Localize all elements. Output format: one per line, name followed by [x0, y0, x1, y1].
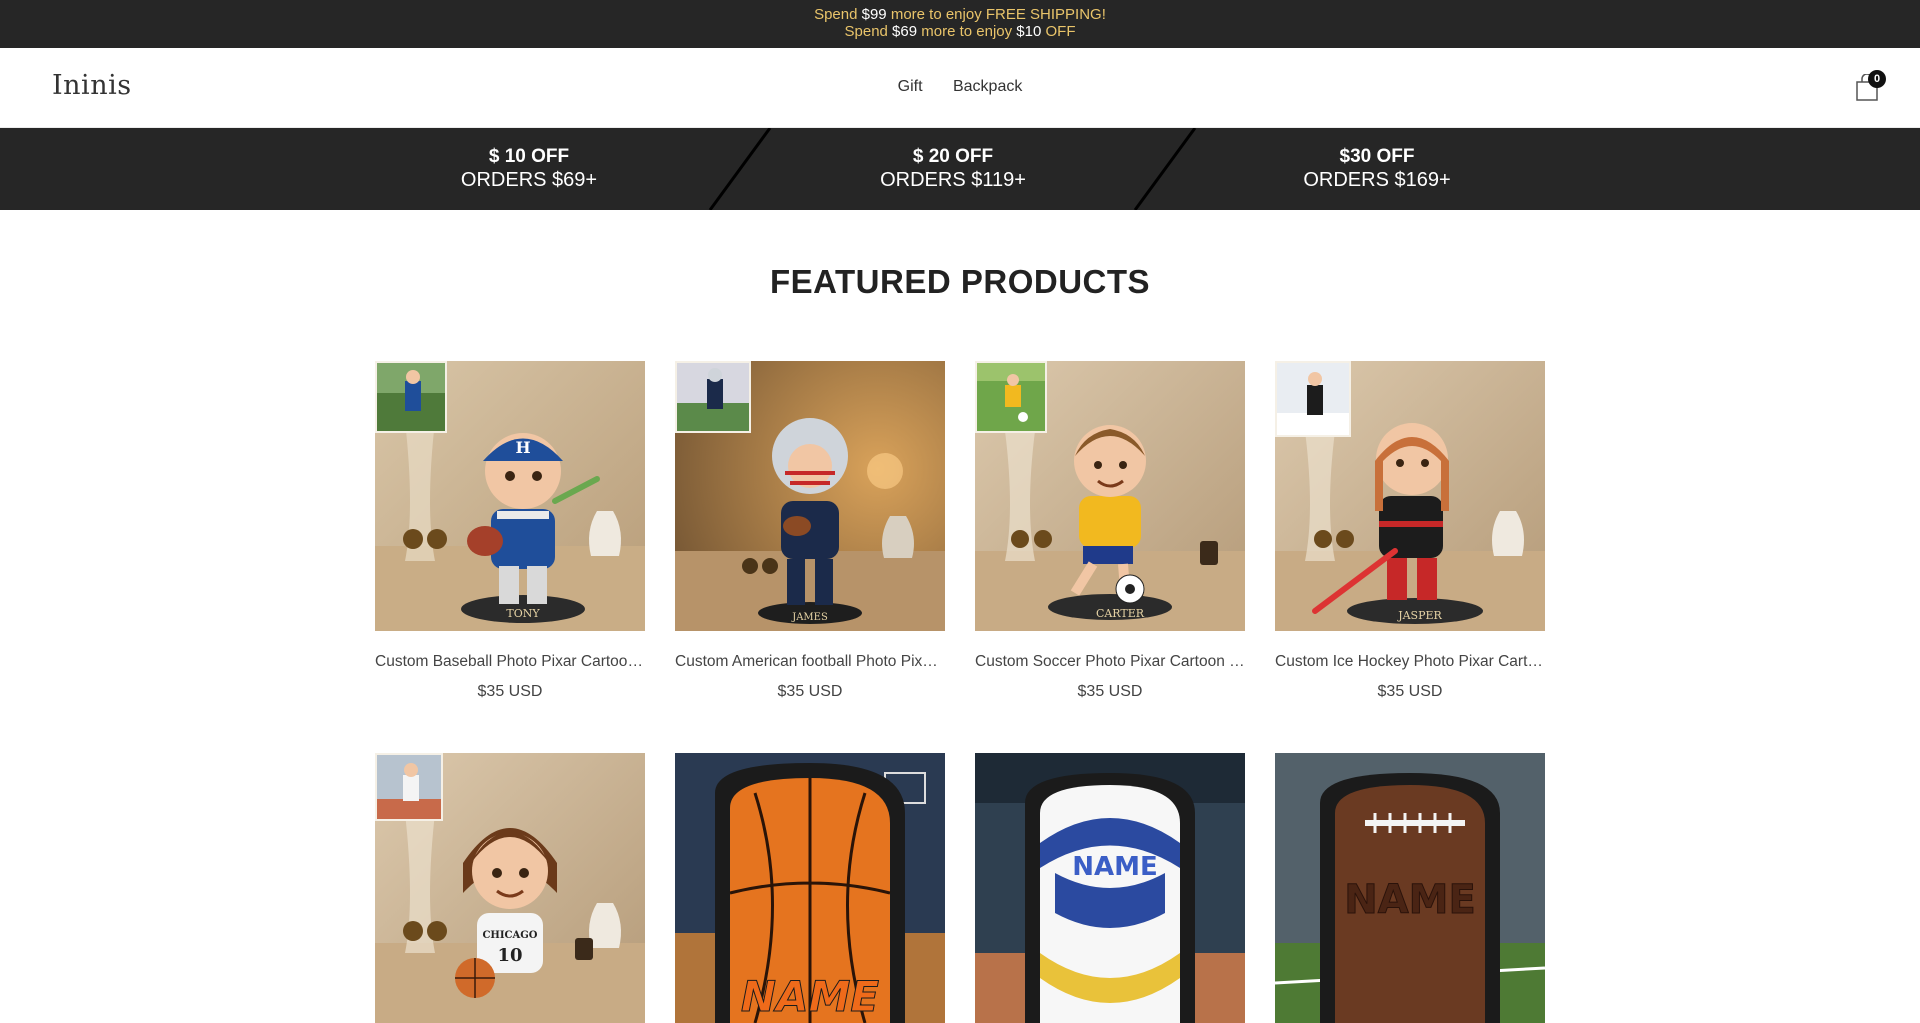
product-price: $35 USD	[1077, 683, 1143, 700]
backpack-print-text: NAME	[1344, 877, 1476, 923]
promo-subtitle: ORDERS $119+	[880, 169, 1026, 191]
promo-subtitle: ORDERS $69+	[460, 169, 598, 191]
backpack-print-text: NAME	[741, 972, 879, 1021]
announcement-line-1: Spend $99 more to enjoy FREE SHIPPING!	[0, 6, 1920, 23]
reference-photo-thumbnail	[1275, 361, 1351, 437]
announcement-line-2: Spend $69 more to enjoy $10 OFF	[0, 23, 1920, 40]
product-name[interactable]: Custom Soccer Photo Pixar Cartoon Bobble…	[975, 653, 1245, 671]
product-card[interactable]: NAME	[1275, 753, 1545, 1023]
promo-title: $30 OFF	[1339, 146, 1415, 167]
promo-divider	[1133, 128, 1197, 210]
product-image[interactable]: NAME	[975, 753, 1245, 1023]
product-image[interactable]: JASPER	[1275, 361, 1545, 631]
cart-count-badge: 0	[1868, 70, 1886, 88]
reference-photo-thumbnail	[375, 361, 447, 433]
announcement-text: more to enjoy	[917, 23, 1017, 40]
featured-products-title: FEATURED PRODUCTS	[769, 263, 1151, 300]
product-card[interactable]: JASPER Custom Ice Hockey Photo Pixar Car…	[1275, 361, 1545, 701]
product-image[interactable]: JAMES	[675, 361, 945, 631]
svg-text:CHICAGO: CHICAGO	[482, 930, 537, 941]
volleyball-backpack-icon: NAME	[975, 753, 1245, 1023]
product-image[interactable]: CHICAGO 10	[375, 753, 645, 1023]
promo-subtitle: ORDERS $169+	[1303, 169, 1451, 191]
svg-text:10: 10	[497, 945, 522, 966]
promo-title: $ 10 OFF	[488, 146, 570, 167]
figure-name-label: JASPER	[1397, 609, 1442, 622]
product-card[interactable]: CARTER Custom Soccer Photo Pixar Cartoon…	[975, 361, 1245, 701]
promo-title: $ 20 OFF	[912, 146, 994, 167]
announcement-text: more to enjoy FREE SHIPPING!	[886, 6, 1106, 23]
svg-text:H: H	[515, 438, 530, 457]
announcement-amount: $10	[1016, 23, 1042, 40]
announcement-text: Spend	[844, 23, 893, 40]
basketball-backpack-icon: NAME	[675, 753, 945, 1023]
product-name[interactable]: Custom Baseball Photo Pixar Cartoon Bobb…	[375, 653, 645, 671]
main-nav: Gift Backpack	[0, 78, 1920, 96]
product-name[interactable]: Custom Ice Hockey Photo Pixar Cartoon Bo…	[1275, 653, 1545, 671]
product-price: $35 USD	[1377, 683, 1443, 700]
product-price: $35 USD	[477, 683, 543, 700]
football-backpack-icon: NAME	[1275, 753, 1545, 1023]
figure-name-label: CARTER	[1096, 607, 1145, 620]
backpack-print-text: NAME	[1072, 852, 1158, 882]
figure-name-label: TONY	[506, 607, 540, 620]
product-name[interactable]: Custom American football Photo Pixar Car…	[675, 653, 945, 671]
product-image[interactable]: NAME	[675, 753, 945, 1023]
product-image[interactable]: TONY H	[375, 361, 645, 631]
promo-strip: $ 10 OFF ORDERS $69+ $ 20 OFF ORDERS $11…	[0, 128, 1920, 210]
reference-photo-thumbnail	[975, 361, 1047, 433]
announcement-text: OFF	[1041, 23, 1076, 40]
product-image[interactable]: CARTER	[975, 361, 1245, 631]
product-price: $35 USD	[777, 683, 843, 700]
site-header: Ininis Gift Backpack 0	[0, 48, 1920, 128]
product-card[interactable]: TONY H Custom Baseball Photo Pixar Carto…	[375, 361, 645, 701]
product-image[interactable]: NAME	[1275, 753, 1545, 1023]
product-card[interactable]: JAMES Custom American football Photo Pix…	[675, 361, 945, 701]
reference-photo-thumbnail	[375, 753, 443, 821]
promo-tier-3[interactable]: $30 OFF ORDERS $169+	[1227, 146, 1527, 192]
figure-name-label: JAMES	[791, 612, 828, 623]
promo-divider	[708, 128, 772, 210]
product-card[interactable]: NAME	[675, 753, 945, 1023]
announcement-bar: Spend $99 more to enjoy FREE SHIPPING! S…	[0, 0, 1920, 48]
promo-tier-1[interactable]: $ 10 OFF ORDERS $69+	[379, 146, 679, 192]
promo-tier-2[interactable]: $ 20 OFF ORDERS $119+	[803, 146, 1103, 192]
nav-item-backpack[interactable]: Backpack	[953, 78, 1022, 96]
announcement-amount: $99	[861, 6, 887, 23]
announcement-amount: $69	[892, 23, 918, 40]
reference-photo-thumbnail	[675, 361, 751, 433]
announcement-text: Spend	[814, 6, 862, 23]
product-card[interactable]: NAME	[975, 753, 1245, 1023]
nav-item-gift[interactable]: Gift	[898, 78, 923, 96]
product-card[interactable]: CHICAGO 10	[375, 753, 645, 1023]
